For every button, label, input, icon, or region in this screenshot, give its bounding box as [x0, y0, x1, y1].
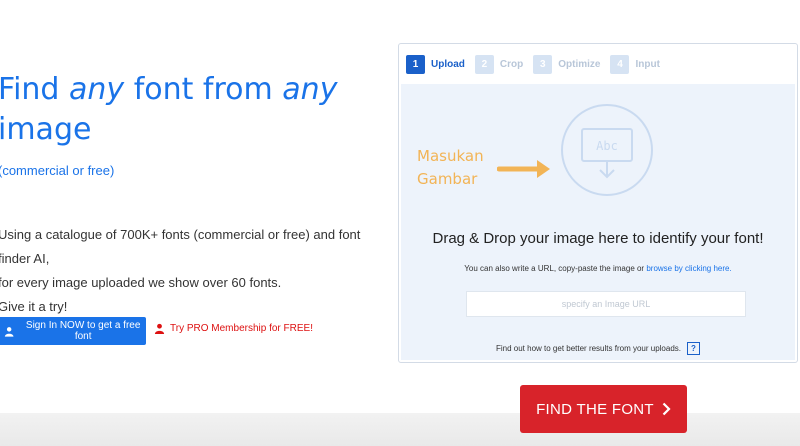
pro-membership-link[interactable]: Try PRO Membership for FREE!	[154, 323, 313, 334]
step-label: Crop	[499, 58, 524, 70]
pro-membership-label: Try PRO Membership for FREE!	[170, 323, 313, 334]
hero-description: Using a catalogue of 700K+ fonts (commer…	[0, 223, 388, 319]
annotation-line: Gambar	[417, 170, 478, 188]
arrow-right-icon	[497, 160, 550, 178]
help-text: Find out how to get better results from …	[496, 344, 681, 353]
step-tabs: 1 Upload 2 Crop 3 Optimize 4 Input	[399, 44, 797, 84]
find-the-font-label: FIND THE FONT	[536, 400, 654, 418]
step-label: Optimize	[558, 58, 601, 70]
step-crop[interactable]: 2 Crop	[474, 54, 524, 74]
upload-panel: 1 Upload 2 Crop 3 Optimize 4 Input Abc D…	[398, 43, 798, 363]
image-dropzone[interactable]: Abc Drag & Drop your image here to ident…	[401, 84, 795, 360]
hero-title: Find any font from any image	[0, 72, 338, 147]
image-url-input[interactable]	[466, 291, 746, 317]
chevron-right-icon	[662, 402, 671, 416]
hero-subtitle: (commercial or free)	[0, 163, 115, 178]
browse-link[interactable]: browse by clicking here.	[646, 264, 731, 273]
sign-in-button[interactable]: Sign In NOW to get a free font	[0, 317, 146, 345]
step-number: 4	[610, 54, 630, 74]
dropzone-hint: You can also write a URL, copy-paste the…	[401, 264, 795, 273]
description-line: for every image uploaded we show over 60…	[0, 275, 282, 290]
step-input[interactable]: 4 Input	[610, 54, 660, 74]
step-label: Upload	[431, 58, 465, 70]
description-line: Give it a try!	[0, 299, 68, 314]
annotation-label: Masukan Gambar	[417, 145, 497, 191]
step-number: 1	[406, 54, 425, 74]
upload-icon-text: Abc	[596, 139, 618, 153]
step-upload[interactable]: 1 Upload	[406, 54, 465, 74]
annotation-line: Masukan	[417, 147, 484, 165]
user-icon-red	[154, 323, 165, 334]
sign-in-label: Sign In NOW to get a free font	[25, 320, 141, 342]
step-optimize[interactable]: 3 Optimize	[533, 54, 601, 74]
find-the-font-button[interactable]: FIND THE FONT	[520, 385, 687, 433]
help-icon[interactable]: ?	[686, 342, 700, 355]
help-row: Find out how to get better results from …	[401, 342, 795, 355]
dropzone-title: Drag & Drop your image here to identify …	[432, 230, 764, 247]
step-label: Input	[635, 58, 660, 70]
user-icon	[4, 326, 14, 337]
step-number: 3	[533, 54, 553, 74]
image-upload-icon[interactable]: Abc	[560, 103, 654, 197]
step-number: 2	[474, 54, 494, 74]
description-line: Using a catalogue of 700K+ fonts (commer…	[0, 227, 361, 266]
dropzone-hint-text: You can also write a URL, copy-paste the…	[464, 264, 647, 273]
